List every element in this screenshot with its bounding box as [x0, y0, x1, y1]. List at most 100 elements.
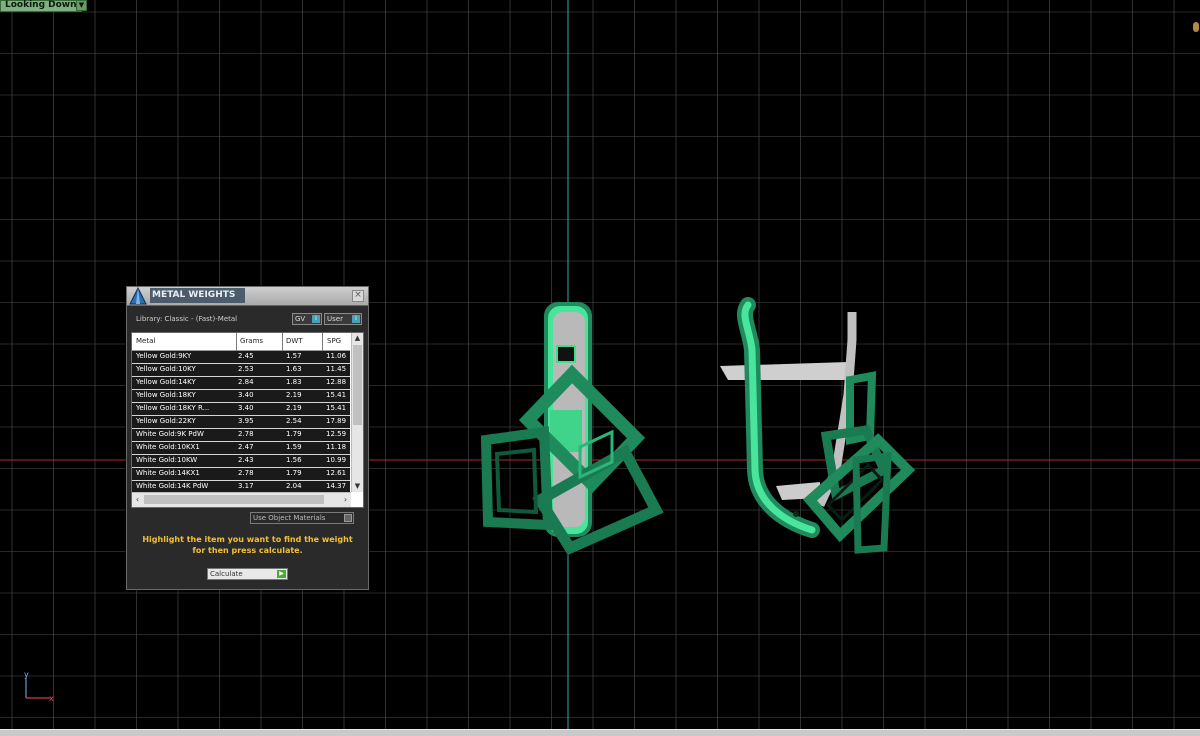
table-row[interactable]: Yellow Gold:18KY 3.40 2.19 15.41 — [132, 390, 350, 403]
table-header: Metal Grams DWT SPG — [132, 333, 350, 351]
cell-grams: 2.78 — [238, 469, 254, 477]
platform-silver — [720, 362, 852, 380]
calculate-button[interactable]: Calculate ▶ — [207, 568, 288, 580]
cell-dwt: 2.19 — [286, 404, 302, 412]
scroll-down-icon[interactable]: ▼ — [352, 481, 363, 492]
cell-grams: 2.45 — [238, 352, 254, 360]
cell-dwt: 1.83 — [286, 378, 302, 386]
cell-spg: 15.41 — [326, 404, 347, 412]
table-row[interactable]: White Gold:14KX1 2.78 1.79 12.61 — [132, 468, 350, 481]
horizontal-scrollbar[interactable]: ‹ › — [132, 492, 351, 507]
use-object-materials-label: Use Object Materials — [253, 514, 326, 522]
cell-metal: Yellow Gold:14KY — [136, 378, 196, 386]
ring-model-side[interactable] — [720, 297, 916, 554]
table-row[interactable]: Yellow Gold:9KY 2.45 1.57 11.06 — [132, 351, 350, 364]
table-row[interactable]: White Gold:10KW 2.43 1.56 10.99 — [132, 455, 350, 468]
cell-spg: 10.99 — [326, 456, 347, 464]
use-object-materials-toggle[interactable]: Use Object Materials — [250, 512, 354, 524]
axis-indicator: y x — [20, 670, 60, 705]
chevron-down-icon[interactable]: ▼ — [76, 0, 87, 11]
cell-grams: 2.78 — [238, 430, 254, 438]
cell-spg: 11.18 — [326, 443, 347, 451]
cell-dwt: 2.54 — [286, 417, 302, 425]
table-row[interactable]: Yellow Gold:10KY 2.53 1.63 11.45 — [132, 364, 350, 377]
cell-metal: White Gold:10KX1 — [136, 443, 200, 451]
scroll-thumb[interactable] — [144, 495, 324, 504]
header-metal[interactable]: Metal — [136, 337, 155, 345]
cell-grams: 3.95 — [238, 417, 254, 425]
info-icon: i — [312, 315, 320, 323]
table-body: Yellow Gold:9KY 2.45 1.57 11.06 Yellow Gold:… — [132, 351, 350, 494]
table-row[interactable]: Yellow Gold:14KY 2.84 1.83 12.88 — [132, 377, 350, 390]
cell-spg: 14.37 — [326, 482, 347, 490]
metal-table[interactable]: Metal Grams DWT SPG Yellow Gold:9KY 2.45 1… — [131, 332, 364, 508]
cell-metal: White Gold:9K PdW — [136, 430, 204, 438]
calculate-label: Calculate — [210, 570, 243, 578]
cell-metal: Yellow Gold:22KY — [136, 417, 196, 425]
instruction-line-2: for then press calculate. — [192, 546, 303, 555]
panel-titlebar[interactable]: METAL WEIGHTS × — [127, 287, 368, 306]
user-button-label: User — [327, 315, 343, 323]
axis-x-label: x — [49, 694, 54, 703]
panel-title: METAL WEIGHTS — [150, 288, 245, 303]
gv-button-label: GV — [295, 315, 306, 323]
cell-grams: 2.43 — [238, 456, 254, 464]
table-row[interactable]: Yellow Gold:22KY 3.95 2.54 17.89 — [132, 416, 350, 429]
cell-spg: 11.06 — [326, 352, 347, 360]
cell-dwt: 1.63 — [286, 365, 302, 373]
table-row[interactable]: White Gold:10KX1 2.47 1.59 11.18 — [132, 442, 350, 455]
shank-side-hole — [793, 511, 799, 517]
axis-y-label: y — [24, 670, 29, 679]
cell-metal: Yellow Gold:18KY — [136, 391, 196, 399]
scroll-left-icon[interactable]: ‹ — [132, 493, 143, 507]
cell-grams: 3.17 — [238, 482, 254, 490]
table-row[interactable]: White Gold:9K PdW 2.78 1.79 12.59 — [132, 429, 350, 442]
cell-dwt: 1.56 — [286, 456, 302, 464]
header-spg[interactable]: SPG — [327, 337, 341, 345]
view-name-label[interactable]: Looking Down — [0, 0, 82, 12]
cell-spg: 12.61 — [326, 469, 347, 477]
cell-spg: 17.89 — [326, 417, 347, 425]
cell-spg: 12.59 — [326, 430, 347, 438]
cell-dwt: 2.19 — [286, 391, 302, 399]
cell-metal: White Gold:14KX1 — [136, 469, 200, 477]
cell-grams: 2.53 — [238, 365, 254, 373]
instruction-text: Highlight the item you want to find the … — [135, 534, 360, 556]
table-row[interactable]: Yellow Gold:18KY R... 3.40 2.19 15.41 — [132, 403, 350, 416]
cell-spg: 11.45 — [326, 365, 347, 373]
vertical-scrollbar[interactable]: ▲ ▼ — [351, 333, 363, 492]
cell-metal: Yellow Gold:10KY — [136, 365, 196, 373]
cell-grams: 3.40 — [238, 404, 254, 412]
scroll-up-icon[interactable]: ▲ — [352, 333, 363, 344]
cell-dwt: 1.57 — [286, 352, 302, 360]
cell-dwt: 1.79 — [286, 430, 302, 438]
cell-dwt: 1.59 — [286, 443, 302, 451]
scroll-right-icon[interactable]: › — [340, 493, 351, 507]
cell-metal: Yellow Gold:18KY R... — [136, 404, 210, 412]
info-icon: i — [352, 315, 360, 323]
cell-spg: 12.88 — [326, 378, 347, 386]
checkbox-icon[interactable] — [344, 514, 352, 522]
cell-grams: 2.47 — [238, 443, 254, 451]
corner-gizmo-icon[interactable] — [1193, 22, 1199, 32]
pyramid-logo-icon — [129, 287, 147, 305]
frame-left-inner — [494, 447, 539, 515]
cell-spg: 15.41 — [326, 391, 347, 399]
close-icon[interactable]: × — [352, 290, 364, 302]
cell-grams: 2.84 — [238, 378, 254, 386]
metal-weights-panel[interactable]: METAL WEIGHTS × Library: Classic - (Fast… — [126, 286, 369, 590]
header-grams[interactable]: Grams — [240, 337, 263, 345]
ring-model-front[interactable] — [480, 302, 664, 555]
cell-dwt: 1.79 — [286, 469, 302, 477]
instruction-line-1: Highlight the item you want to find the … — [142, 535, 353, 544]
scroll-thumb[interactable] — [353, 345, 362, 425]
cell-metal: White Gold:10KW — [136, 456, 198, 464]
user-button[interactable]: User i — [324, 313, 362, 325]
cell-grams: 3.40 — [238, 391, 254, 399]
header-dwt[interactable]: DWT — [286, 337, 303, 345]
play-arrow-icon: ▶ — [277, 570, 286, 578]
shank-window — [556, 345, 576, 363]
cell-metal: Yellow Gold:9KY — [136, 352, 192, 360]
gv-button[interactable]: GV i — [292, 313, 322, 325]
cell-metal: White Gold:14K PdW — [136, 482, 209, 490]
